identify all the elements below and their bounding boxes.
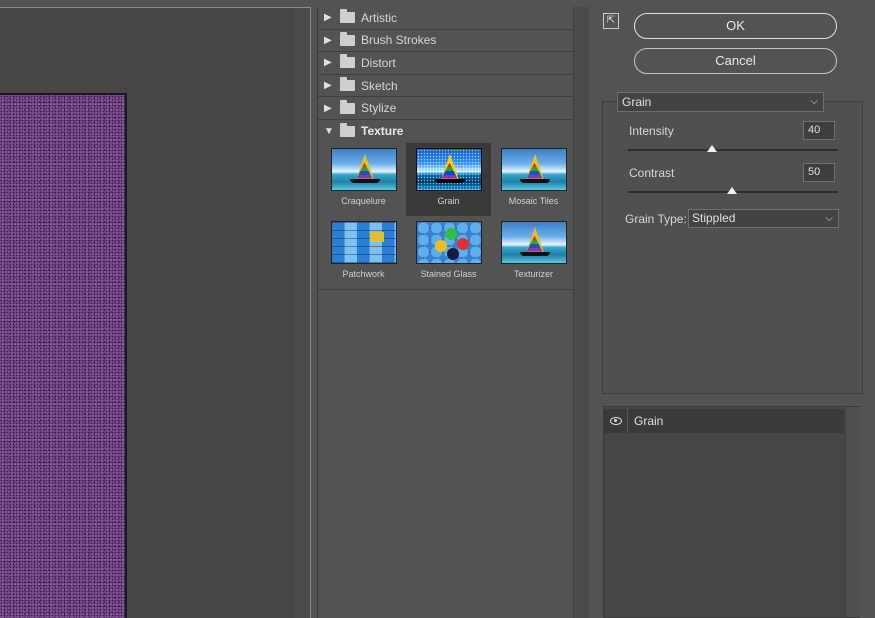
filter-preview-image <box>330 220 397 264</box>
visibility-eye-icon[interactable] <box>604 409 628 433</box>
category-label: Artistic <box>361 10 397 25</box>
filter-thumb-texturizer[interactable]: Texturizer <box>491 216 576 289</box>
expand-arrow-icon[interactable]: ▶ <box>324 80 336 91</box>
category-brush-strokes[interactable]: ▶ Brush Strokes <box>318 30 573 53</box>
folder-open-icon <box>340 122 355 137</box>
filter-label: Craquelure <box>341 195 386 206</box>
category-texture[interactable]: ▼ Texture <box>318 120 573 143</box>
category-label: Texture <box>361 124 404 139</box>
filter-gallery: ▶ Artistic ▶ Brush Strokes ▶ Distort ▶ S… <box>317 7 573 618</box>
filter-select[interactable]: Grain ⌵ <box>617 92 824 112</box>
intensity-label: Intensity <box>629 124 674 138</box>
filter-thumb-mosaic-tiles[interactable]: Mosaic Tiles <box>491 143 576 216</box>
preview-scrollbar[interactable] <box>292 8 310 618</box>
effect-layer-label: Grain <box>634 414 664 428</box>
preview-image[interactable] <box>0 93 127 618</box>
collapse-gallery-icon[interactable]: ⇱ <box>603 13 619 29</box>
collapse-arrow-icon[interactable]: ▼ <box>324 126 336 137</box>
filter-label: Texturizer <box>513 268 553 279</box>
category-sketch[interactable]: ▶ Sketch <box>318 75 573 98</box>
folder-icon <box>340 9 355 24</box>
filter-thumb-grain[interactable]: Grain <box>406 142 491 216</box>
intensity-slider-track[interactable] <box>628 149 838 151</box>
category-label: Brush Strokes <box>361 33 437 48</box>
filter-settings-panel <box>602 101 863 394</box>
folder-icon <box>340 31 355 46</box>
grain-type-value: Stippled <box>692 211 736 225</box>
gallery-scrollbar[interactable] <box>573 7 589 618</box>
expand-arrow-icon[interactable]: ▶ <box>324 35 336 46</box>
cancel-button[interactable]: Cancel <box>634 48 837 74</box>
contrast-input[interactable]: 50 <box>803 163 835 182</box>
filter-thumb-stained-glass[interactable]: Stained Glass <box>406 216 491 289</box>
filter-preview-image <box>330 147 397 191</box>
filter-preview-image <box>415 147 482 191</box>
filter-select-value: Grain <box>622 95 652 109</box>
preview-panel[interactable] <box>0 7 311 618</box>
folder-icon <box>340 54 355 69</box>
chevron-down-icon: ⌵ <box>825 213 833 224</box>
contrast-slider-thumb[interactable] <box>727 187 737 194</box>
category-label: Stylize <box>361 101 397 116</box>
expand-arrow-icon[interactable]: ▶ <box>324 103 336 114</box>
category-artistic[interactable]: ▶ Artistic <box>318 7 573 30</box>
contrast-label: Contrast <box>629 166 675 180</box>
filter-label: Mosaic Tiles <box>508 195 559 206</box>
filter-preview-image <box>500 220 567 264</box>
ok-button[interactable]: OK <box>634 13 837 39</box>
filter-gallery-dialog: ▶ Artistic ▶ Brush Strokes ▶ Distort ▶ S… <box>0 0 875 618</box>
category-label: Sketch <box>361 78 398 93</box>
texture-filter-grid: Craquelure Grain Mosaic Tiles Patchwork … <box>318 142 576 290</box>
folder-icon <box>340 77 355 92</box>
category-stylize[interactable]: ▶ Stylize <box>318 97 573 120</box>
category-distort[interactable]: ▶ Distort <box>318 52 573 75</box>
folder-icon <box>340 99 355 114</box>
intensity-input[interactable]: 40 <box>803 121 835 140</box>
chevron-down-icon: ⌵ <box>810 96 818 107</box>
expand-arrow-icon[interactable]: ▶ <box>324 12 336 23</box>
effect-layer-row[interactable]: Grain <box>604 409 844 433</box>
category-label: Distort <box>361 55 396 70</box>
grain-type-select[interactable]: Stippled ⌵ <box>688 209 839 228</box>
filter-label: Grain <box>437 195 460 206</box>
effect-layers-panel: Grain <box>603 406 860 618</box>
filter-preview-image <box>500 147 567 191</box>
layers-scrollbar[interactable] <box>845 407 860 617</box>
filter-preview-image <box>415 220 482 264</box>
filter-label: Patchwork <box>342 268 385 279</box>
grain-type-label: Grain Type: <box>625 212 687 226</box>
intensity-slider-thumb[interactable] <box>707 145 717 152</box>
filter-thumb-craquelure[interactable]: Craquelure <box>321 143 406 216</box>
expand-arrow-icon[interactable]: ▶ <box>324 57 336 68</box>
filter-label: Stained Glass <box>420 268 477 279</box>
filter-thumb-patchwork[interactable]: Patchwork <box>321 216 406 289</box>
